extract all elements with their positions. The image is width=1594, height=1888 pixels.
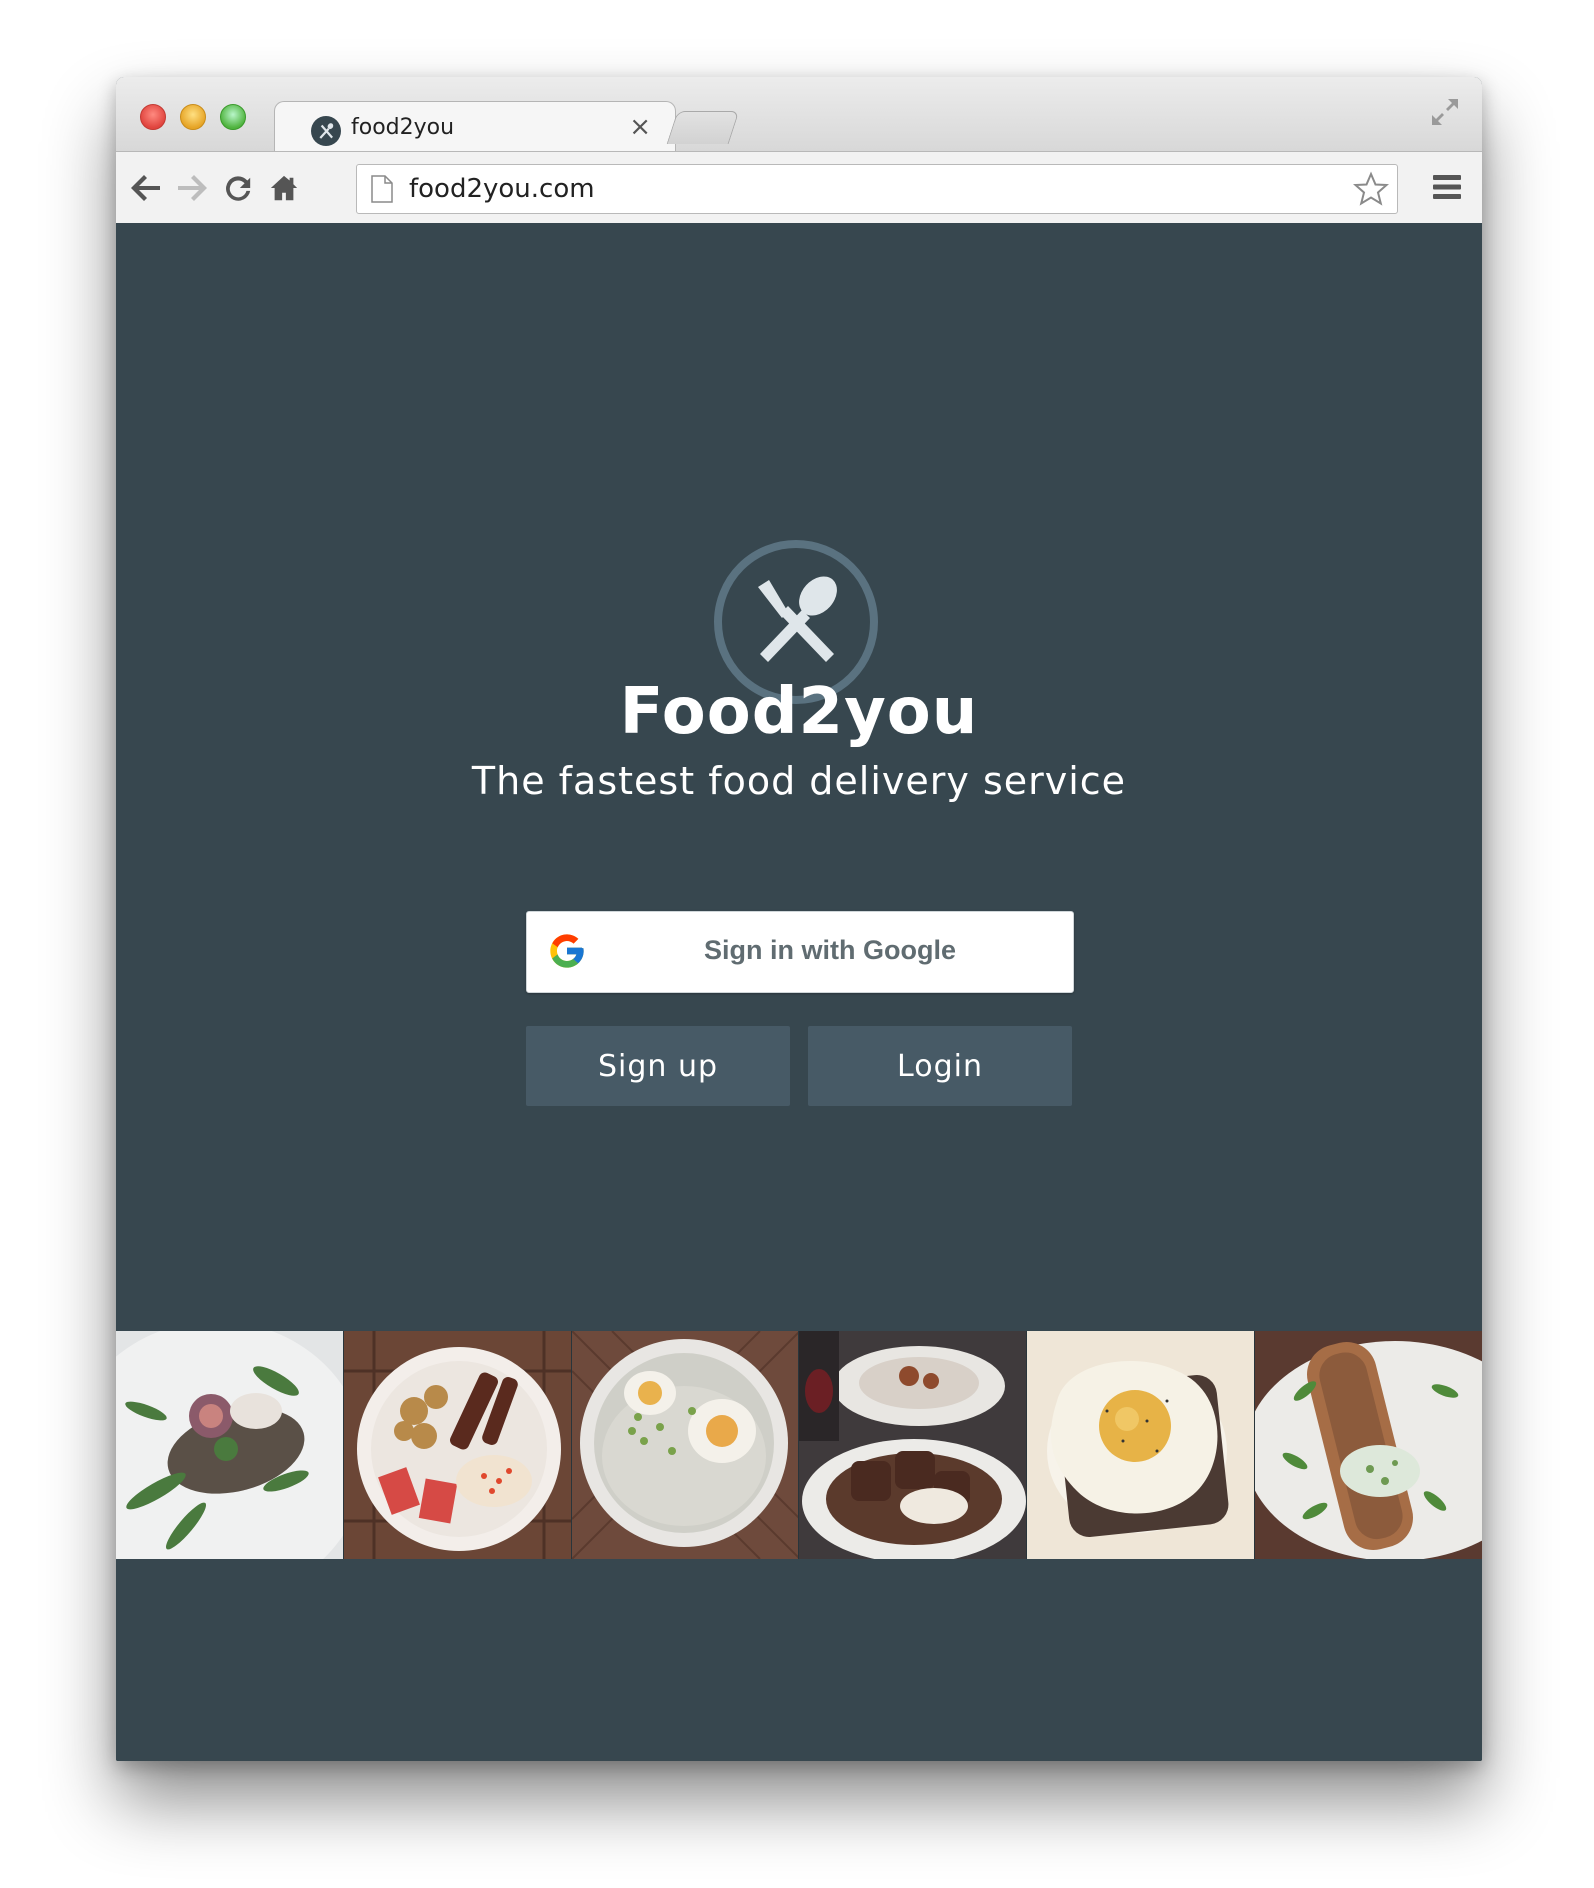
page-content: Food2you The fastest food delivery servi…	[116, 223, 1482, 1761]
tab-close-icon[interactable]: ×	[629, 112, 651, 142]
app-subtitle: The fastest food delivery service	[471, 759, 1127, 803]
back-arrow-icon[interactable]	[128, 170, 164, 206]
login-button[interactable]: Login	[808, 1026, 1072, 1106]
bruschetta-photo	[1255, 1331, 1482, 1559]
fig-toast-photo	[116, 1331, 344, 1559]
hamburger-menu-icon[interactable]	[1430, 170, 1464, 204]
url-text: food2you.com	[409, 174, 595, 204]
new-tab-button[interactable]	[666, 111, 740, 144]
browser-tab[interactable]: food2you ×	[274, 101, 676, 154]
browser-toolbar: food2you.com	[116, 151, 1482, 225]
google-sign-in-label: Sign in with Google	[704, 935, 956, 965]
food-photo-gallery	[116, 1331, 1482, 1559]
google-sign-in-button[interactable]: Sign in with Google	[526, 911, 1074, 993]
close-window-button[interactable]	[140, 104, 166, 130]
fullscreen-icon[interactable]	[1428, 95, 1462, 129]
minimize-window-button[interactable]	[180, 104, 206, 130]
breakfast-plate-photo	[343, 1331, 572, 1559]
title-bar: food2you ×	[116, 77, 1482, 154]
home-icon[interactable]	[266, 170, 302, 206]
google-g-icon	[550, 934, 584, 968]
maximize-window-button[interactable]	[220, 104, 246, 130]
page-icon	[371, 175, 393, 203]
forward-arrow-icon[interactable]	[174, 170, 210, 206]
app-title: Food2you	[619, 675, 979, 749]
favicon-icon	[311, 116, 341, 146]
egg-congee-photo	[571, 1331, 800, 1559]
browser-window: food2you × food2you.com Food2you The fas…	[116, 77, 1482, 1761]
steak-mash-photo	[799, 1331, 1028, 1559]
signup-button[interactable]: Sign up	[526, 1026, 790, 1106]
reload-icon[interactable]	[220, 170, 256, 206]
address-bar[interactable]: food2you.com	[356, 164, 1398, 214]
tab-title: food2you	[351, 115, 455, 140]
bookmark-star-icon[interactable]	[1353, 171, 1389, 207]
fried-egg-toast-photo	[1027, 1331, 1256, 1559]
